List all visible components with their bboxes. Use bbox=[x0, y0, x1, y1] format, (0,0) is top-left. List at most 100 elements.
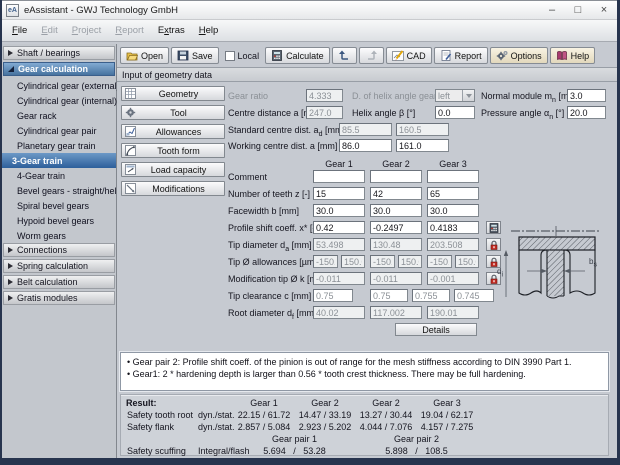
facewidth-gear1-field[interactable] bbox=[313, 204, 365, 217]
comment-gear1-field[interactable] bbox=[313, 170, 365, 183]
teeth-gear3-field[interactable] bbox=[427, 187, 479, 200]
tip-clearance-field-1[interactable] bbox=[313, 289, 353, 302]
tip-clearance-field-2[interactable] bbox=[370, 289, 408, 302]
open-button[interactable]: Open bbox=[120, 47, 169, 64]
nav-allowances-button[interactable]: Allowances bbox=[121, 124, 225, 139]
facewidth-gear2-field[interactable] bbox=[370, 204, 422, 217]
menu-item-file[interactable]: File bbox=[5, 22, 34, 39]
sidebar-section-connections[interactable]: Connections bbox=[3, 243, 115, 257]
chevron-right-icon bbox=[8, 295, 13, 301]
working-centre-dist-field-2[interactable] bbox=[396, 139, 449, 152]
report-button[interactable]: Report bbox=[434, 47, 488, 64]
cad-drawing-icon bbox=[392, 50, 404, 61]
pressure-angle-field[interactable] bbox=[567, 106, 606, 119]
calculator-icon bbox=[271, 50, 283, 61]
working-centre-dist-field-1[interactable] bbox=[339, 139, 392, 152]
tip-clearance-field-3[interactable] bbox=[412, 289, 450, 302]
chevron-expanded-icon bbox=[8, 66, 14, 72]
menu-item-help[interactable]: Help bbox=[192, 22, 226, 39]
save-button[interactable]: Save bbox=[171, 47, 219, 64]
result-title: Result: bbox=[126, 398, 157, 408]
result-gear3-header: Gear 3 bbox=[416, 398, 478, 408]
teeth-gear2-field[interactable] bbox=[370, 187, 422, 200]
geometry-form: Geometry Tool Allowances Tooth form Load… bbox=[117, 83, 617, 351]
comment-gear2-field[interactable] bbox=[370, 170, 422, 183]
root-diameter-gear2-field bbox=[370, 306, 422, 319]
gear2-column-header: Gear 2 bbox=[370, 159, 422, 169]
profile-shift-gear3-field[interactable] bbox=[427, 221, 479, 234]
sidebar: Shaft / bearings Gear calculation Cylind… bbox=[2, 44, 117, 458]
section-title-bar: Input of geometry data bbox=[117, 67, 617, 82]
warning-message-1: • Gear pair 2: Profile shift coeff. of t… bbox=[127, 356, 602, 368]
section-title: Input of geometry data bbox=[122, 70, 212, 80]
tooth-form-curve-icon bbox=[125, 145, 136, 156]
tool-gear-icon bbox=[125, 107, 136, 118]
close-button[interactable]: × bbox=[595, 3, 613, 18]
gear-ratio-field bbox=[306, 89, 343, 102]
root-diameter-gear3-field bbox=[427, 306, 479, 319]
facewidth-gear3-field[interactable] bbox=[427, 204, 479, 217]
local-checkbox-group: Local bbox=[221, 51, 264, 61]
facewidth-label: Facewidth b [mm] bbox=[228, 206, 299, 216]
result-panel: Result: Gear 1 Gear 2 Gear 2 Gear 3 Safe… bbox=[120, 394, 609, 456]
sidebar-item-3-gear-train[interactable]: 3-Gear train bbox=[2, 153, 116, 168]
sidebar-item-4-gear-train[interactable]: 4-Gear train bbox=[2, 168, 116, 183]
window-border-top bbox=[0, 0, 620, 1]
minimize-button[interactable]: – bbox=[543, 3, 561, 18]
helix-angle-field[interactable] bbox=[435, 106, 475, 119]
teeth-gear1-field[interactable] bbox=[313, 187, 365, 200]
comment-gear3-field[interactable] bbox=[427, 170, 479, 183]
sidebar-item-cylindrical-gear-pair[interactable]: Cylindrical gear pair bbox=[2, 123, 116, 138]
sidebar-item-spiral-bevel-gears[interactable]: Spiral bevel gears bbox=[2, 198, 116, 213]
standard-centre-dist-field-1 bbox=[339, 123, 392, 136]
sidebar-item-worm-gears[interactable]: Worm gears bbox=[2, 228, 116, 243]
help-button[interactable]: Help bbox=[550, 47, 596, 64]
sidebar-section-belt-calculation[interactable]: Belt calculation bbox=[3, 275, 115, 289]
window-title: eAssistant - GWJ Technology GmbH bbox=[24, 5, 178, 16]
menu-item-extras[interactable]: Extras bbox=[151, 22, 192, 39]
pressure-angle-label: Pressure angle αn [°] bbox=[481, 108, 564, 121]
inner-diameter-label: di bbox=[497, 267, 503, 279]
nav-geometry-button[interactable]: Geometry bbox=[121, 86, 225, 101]
allowances-chart-icon bbox=[125, 126, 136, 137]
sidebar-item-cylindrical-gear-external[interactable]: Cylindrical gear (external) bbox=[2, 78, 116, 93]
open-folder-icon bbox=[126, 50, 138, 61]
window-border-left bbox=[0, 0, 2, 465]
undo-button[interactable] bbox=[332, 47, 357, 64]
nav-load-capacity-button[interactable]: Load capacity bbox=[121, 162, 225, 177]
sidebar-section-gratis-modules[interactable]: Gratis modules bbox=[3, 291, 115, 305]
local-checkbox-label: Local bbox=[238, 51, 260, 61]
chevron-down-icon bbox=[466, 94, 472, 98]
cad-button[interactable]: CAD bbox=[386, 47, 432, 64]
local-checkbox[interactable] bbox=[225, 51, 235, 61]
calculate-button[interactable]: Calculate bbox=[265, 47, 330, 64]
tip-allowance-gear3-upper-field bbox=[455, 255, 479, 268]
nav-tool-button[interactable]: Tool bbox=[121, 105, 225, 120]
sidebar-section-shaft-bearings[interactable]: Shaft / bearings bbox=[3, 46, 115, 60]
title-bar: eA eAssistant - GWJ Technology GmbH – □ … bbox=[2, 1, 617, 20]
sidebar-item-cylindrical-gear-internal[interactable]: Cylindrical gear (internal) bbox=[2, 93, 116, 108]
profile-shift-gear1-field[interactable] bbox=[313, 221, 365, 234]
working-centre-dist-label: Working centre dist. a [mm] bbox=[228, 141, 337, 151]
sidebar-section-spring-calculation[interactable]: Spring calculation bbox=[3, 259, 115, 273]
nav-tooth-form-button[interactable]: Tooth form bbox=[121, 143, 225, 158]
sidebar-item-bevel-gears[interactable]: Bevel gears - straight/helical bbox=[2, 183, 116, 198]
modification-tip-gear3-field bbox=[427, 272, 479, 285]
app-icon: eA bbox=[6, 4, 19, 17]
options-button[interactable]: Options bbox=[490, 47, 548, 64]
chevron-right-icon bbox=[8, 50, 13, 56]
nav-modifications-button[interactable]: Modifications bbox=[121, 181, 225, 196]
sidebar-section-gear-calculation[interactable]: Gear calculation bbox=[3, 62, 115, 76]
sidebar-item-planetary-gear-train[interactable]: Planetary gear train bbox=[2, 138, 116, 153]
window-border-bottom bbox=[0, 458, 620, 465]
maximize-button[interactable]: □ bbox=[569, 3, 587, 18]
details-button[interactable]: Details bbox=[395, 323, 477, 336]
sidebar-item-hypoid-bevel-gears[interactable]: Hypoid bevel gears bbox=[2, 213, 116, 228]
normal-module-field[interactable] bbox=[567, 89, 606, 102]
sidebar-item-gear-rack[interactable]: Gear rack bbox=[2, 108, 116, 123]
tip-clearance-field-4[interactable] bbox=[454, 289, 494, 302]
web-width-label: bs bbox=[589, 257, 597, 269]
gear-cross-section-diagram: di bs bbox=[497, 223, 612, 313]
profile-shift-gear2-field[interactable] bbox=[370, 221, 422, 234]
warning-message-2: • Gear1: 2 * hardening depth is larger t… bbox=[127, 368, 602, 380]
